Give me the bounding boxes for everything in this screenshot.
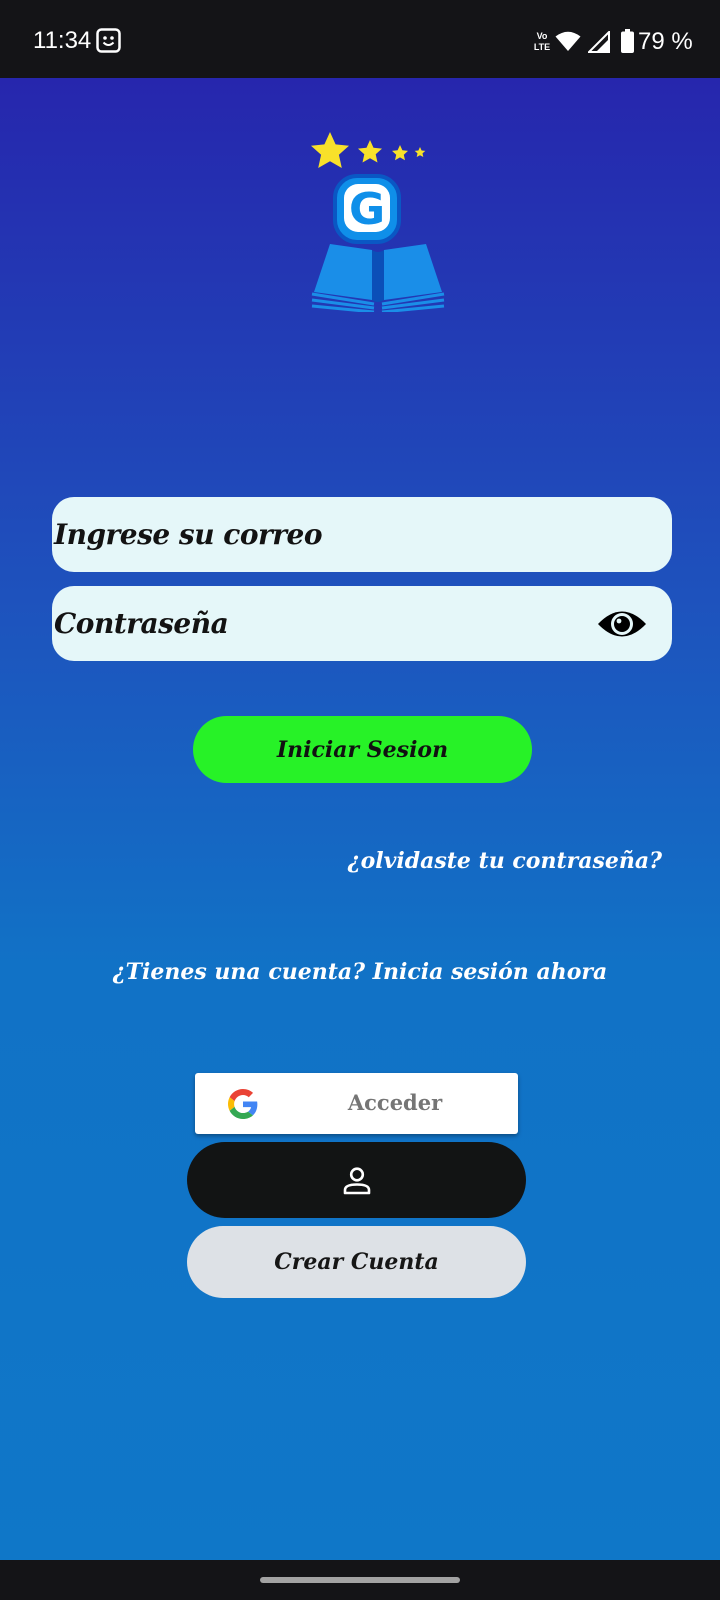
- signal-icon: [588, 31, 610, 53]
- status-bar: 11:34 Vo LTE 79 %: [0, 0, 720, 78]
- book-logo-icon: G: [311, 132, 445, 312]
- forgot-password-link[interactable]: ¿olvidaste tu contraseña?: [348, 848, 662, 874]
- eye-icon[interactable]: [596, 605, 648, 643]
- star-icon: [414, 147, 426, 157]
- smiley-icon: [96, 28, 121, 53]
- email-field[interactable]: Ingrese su correo: [52, 497, 672, 572]
- volte-icon: Vo LTE: [534, 31, 550, 52]
- password-field[interactable]: Contraseña: [52, 586, 672, 661]
- create-account-button[interactable]: Crear Cuenta: [187, 1226, 526, 1298]
- person-icon: [343, 1167, 371, 1195]
- status-time: 11:34: [33, 27, 92, 54]
- svg-text:LTE: LTE: [534, 42, 550, 52]
- google-signin-label: Acceder: [347, 1090, 443, 1115]
- logo-letter: G: [349, 184, 385, 235]
- navigation-bar: [0, 1560, 720, 1600]
- battery-level: 79 %: [638, 28, 693, 55]
- battery-icon: [621, 29, 634, 53]
- login-screen: G Ingrese su correo Contraseña Iniciar S…: [0, 78, 720, 1560]
- svg-text:Vo: Vo: [537, 31, 548, 41]
- email-placeholder: Ingrese su correo: [54, 518, 323, 551]
- password-placeholder: Contraseña: [54, 607, 229, 640]
- login-button[interactable]: Iniciar Sesion: [193, 716, 532, 783]
- star-icon: [358, 140, 382, 163]
- google-icon: [228, 1089, 258, 1119]
- home-indicator[interactable]: [260, 1577, 460, 1583]
- wifi-icon: [555, 31, 581, 51]
- star-icon: [311, 132, 349, 168]
- account-login-link[interactable]: ¿Tienes una cuenta? Inicia sesión ahora: [0, 959, 720, 985]
- guest-login-button[interactable]: [187, 1142, 526, 1218]
- google-signin-button[interactable]: Acceder: [195, 1073, 518, 1134]
- star-icon: [392, 145, 408, 161]
